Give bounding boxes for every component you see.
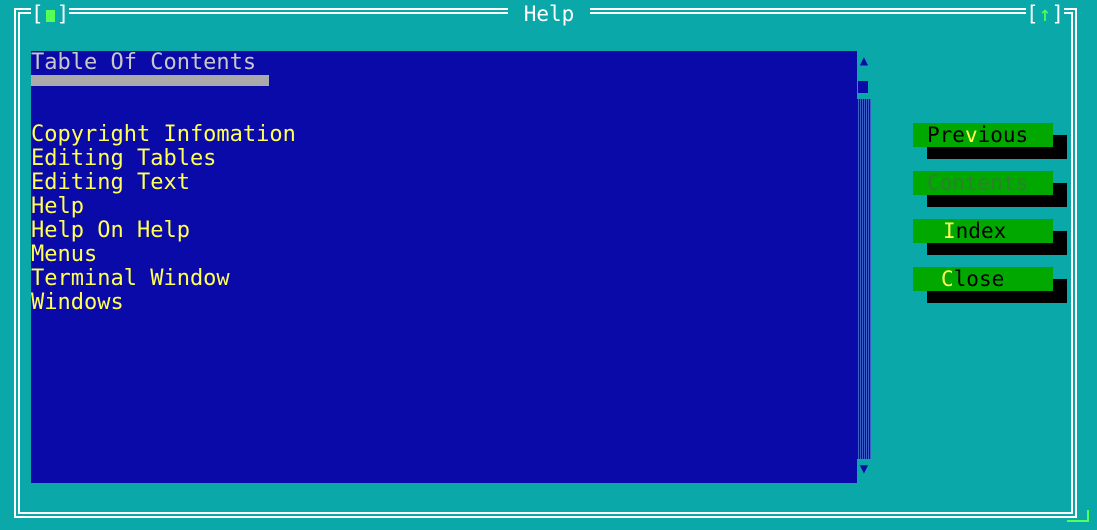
topic-link-terminal-window[interactable]: Terminal Window: [31, 267, 296, 291]
topic-link-editing-text[interactable]: Editing Text: [31, 171, 296, 195]
close-label-post: lose: [953, 267, 1005, 291]
close-box-right: ]: [56, 2, 70, 26]
contents-label: Contents: [927, 171, 1029, 195]
topic-list: Copyright Infomation Editing Tables Edit…: [31, 123, 296, 315]
index-hotkey: I: [943, 219, 956, 243]
topic-link-windows[interactable]: Windows: [31, 291, 296, 315]
close-button[interactable]: Close: [913, 267, 1053, 291]
help-window: [] Help [↑] Table Of Contents Copyright …: [0, 0, 1097, 530]
window-zoom-box[interactable]: [↑]: [1026, 2, 1064, 26]
topic-link-copyright[interactable]: Copyright Infomation: [31, 123, 296, 147]
previous-label-pre: Pre: [927, 123, 965, 147]
topic-link-editing-tables[interactable]: Editing Tables: [31, 147, 296, 171]
topic-link-help[interactable]: Help: [31, 195, 296, 219]
heading-underline: [31, 75, 269, 86]
contents-button[interactable]: Contents: [913, 171, 1053, 195]
previous-hotkey: v: [964, 123, 978, 147]
previous-button[interactable]: Previous: [913, 123, 1053, 147]
index-label-post: ndex: [955, 219, 1007, 243]
index-button[interactable]: Index: [913, 219, 1053, 243]
close-hotkey: C: [941, 267, 954, 291]
zoom-box-left: [: [1026, 2, 1039, 26]
zoom-arrow-icon: ↑: [1038, 2, 1052, 26]
contents-heading: Table Of Contents: [31, 50, 257, 75]
scroll-track[interactable]: [857, 99, 871, 459]
zoom-box-right: ]: [1051, 2, 1064, 26]
previous-label-post: ious: [977, 123, 1029, 147]
help-content[interactable]: Table Of Contents Copyright Infomation E…: [31, 51, 857, 483]
topic-link-help-on-help[interactable]: Help On Help: [31, 219, 296, 243]
window-close-box[interactable]: []: [31, 2, 70, 26]
topic-link-menus[interactable]: Menus: [31, 243, 296, 267]
resize-handle[interactable]: [1067, 510, 1089, 522]
window-title: Help: [508, 2, 590, 26]
vertical-scrollbar[interactable]: ▲ ▼: [857, 51, 871, 483]
scroll-thumb[interactable]: [858, 81, 868, 93]
scroll-down-icon[interactable]: ▼: [857, 461, 871, 477]
scroll-up-icon[interactable]: ▲: [857, 53, 871, 69]
close-icon: [45, 10, 55, 22]
close-box-left: [: [31, 2, 44, 26]
